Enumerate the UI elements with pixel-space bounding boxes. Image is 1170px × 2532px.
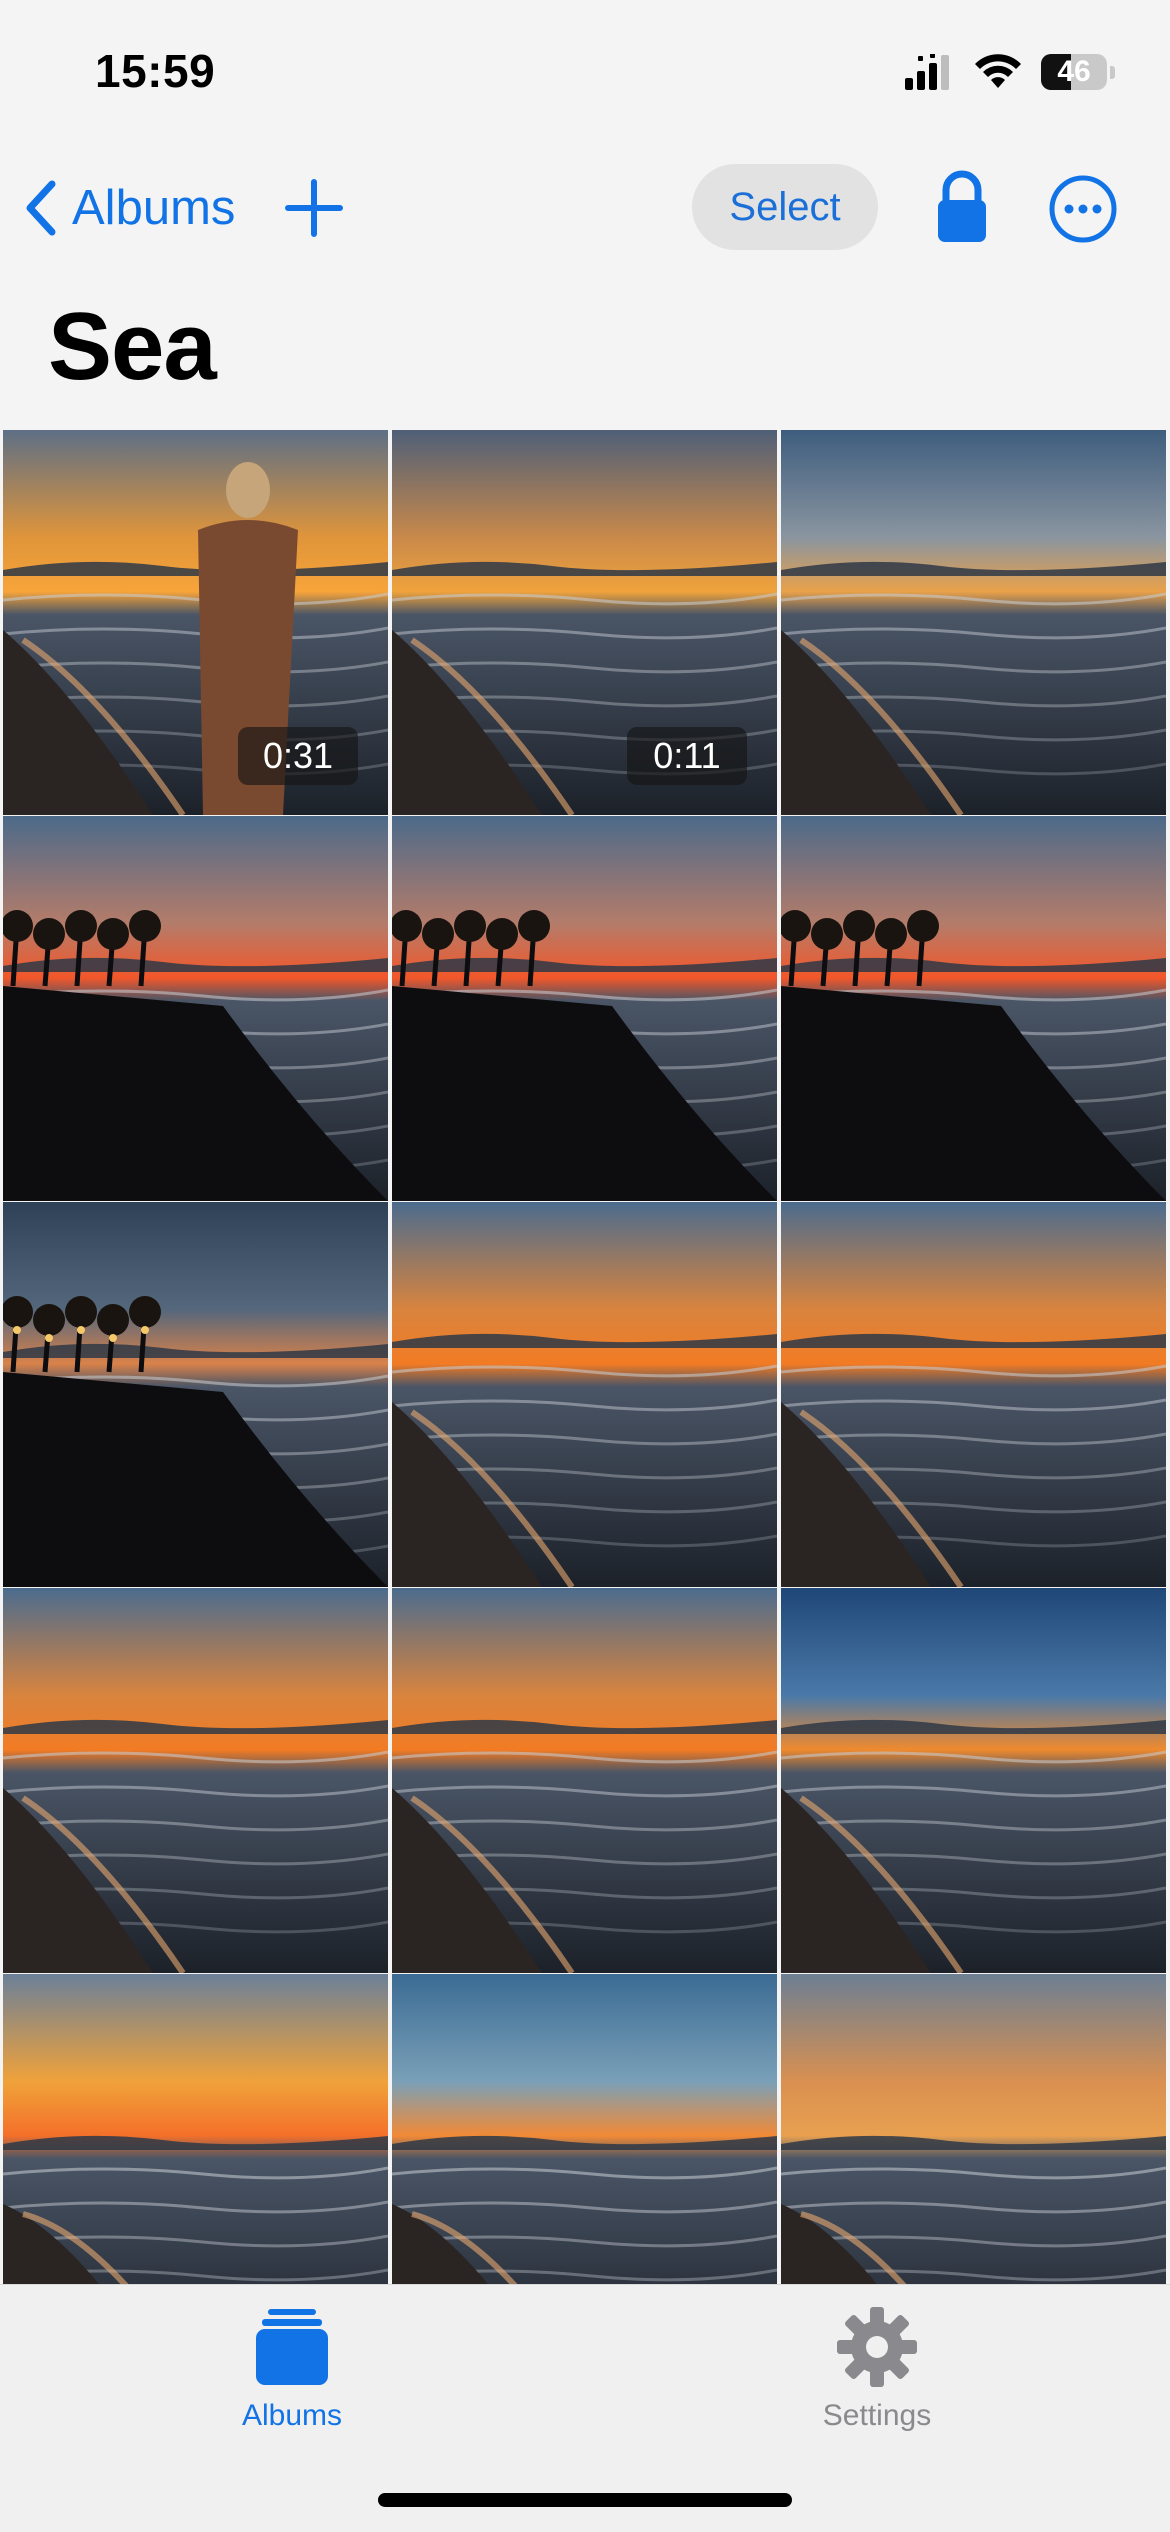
photo-thumbnail[interactable]	[3, 1974, 388, 2284]
tab-albums-label: Albums	[241, 2399, 343, 2432]
photo-thumbnail[interactable]	[3, 1588, 388, 1973]
chevron-left-icon	[26, 180, 56, 236]
add-button[interactable]	[284, 178, 344, 238]
photo-image	[392, 816, 777, 1201]
photo-thumbnail[interactable]	[781, 816, 1166, 1201]
photo-thumbnail[interactable]	[781, 1974, 1166, 2284]
video-duration-badge: 0:11	[627, 727, 747, 785]
tab-settings[interactable]: Settings	[757, 2305, 997, 2455]
photo-image	[392, 1588, 777, 1973]
battery-indicator: 46	[1041, 54, 1107, 90]
status-bar: 15:59 46	[0, 0, 1170, 140]
ellipsis-circle-icon	[1049, 175, 1117, 243]
plus-icon	[285, 179, 343, 237]
home-indicator	[378, 2493, 792, 2507]
tab-settings-label: Settings	[822, 2399, 932, 2432]
more-options-button[interactable]	[1048, 174, 1118, 244]
photo-thumbnail[interactable]: 0:31	[3, 430, 388, 815]
video-duration-badge: 0:31	[238, 727, 358, 785]
battery-percentage: 46	[1057, 55, 1091, 88]
photo-image	[3, 1974, 388, 2284]
photo-image	[781, 1588, 1166, 1973]
photo-image	[3, 1202, 388, 1587]
photo-thumbnail[interactable]	[392, 1202, 777, 1587]
status-time: 15:59	[95, 45, 216, 97]
photo-thumbnail[interactable]	[781, 430, 1166, 815]
cellular-signal-icon	[905, 54, 949, 90]
page-title: Sea	[48, 293, 217, 400]
navigation-bar: Albums Select	[0, 160, 1170, 254]
photo-thumbnail[interactable]	[3, 816, 388, 1201]
wifi-icon	[975, 54, 1021, 88]
photo-thumbnail[interactable]	[392, 1974, 777, 2284]
battery-tip	[1110, 65, 1115, 79]
lock-button[interactable]	[932, 168, 992, 248]
status-icons: 46	[905, 54, 1115, 90]
photo-image	[781, 816, 1166, 1201]
photo-image	[392, 1202, 777, 1587]
photo-thumbnail[interactable]	[781, 1202, 1166, 1587]
albums-icon	[256, 2309, 328, 2385]
photo-image	[781, 1202, 1166, 1587]
photo-grid: 0:31 0:11	[0, 430, 1170, 2284]
back-button[interactable]: Albums	[24, 168, 235, 248]
lock-icon	[938, 170, 986, 242]
photo-image	[781, 1974, 1166, 2284]
photo-thumbnail[interactable]	[781, 1588, 1166, 1973]
photo-image	[3, 1588, 388, 1973]
photo-image	[3, 816, 388, 1201]
photo-thumbnail[interactable]	[392, 816, 777, 1201]
photo-image	[781, 430, 1166, 815]
photo-thumbnail[interactable]	[3, 1202, 388, 1587]
photo-thumbnail[interactable]	[392, 1588, 777, 1973]
tab-albums[interactable]: Albums	[172, 2305, 412, 2455]
select-button[interactable]: Select	[692, 164, 878, 250]
photo-image	[392, 1974, 777, 2284]
gear-icon	[837, 2307, 917, 2387]
photo-thumbnail[interactable]: 0:11	[392, 430, 777, 815]
back-label: Albums	[72, 181, 236, 235]
album-screen: 15:59 46 Albums Select Sea 0:31 0:11 Alb…	[0, 0, 1170, 2532]
